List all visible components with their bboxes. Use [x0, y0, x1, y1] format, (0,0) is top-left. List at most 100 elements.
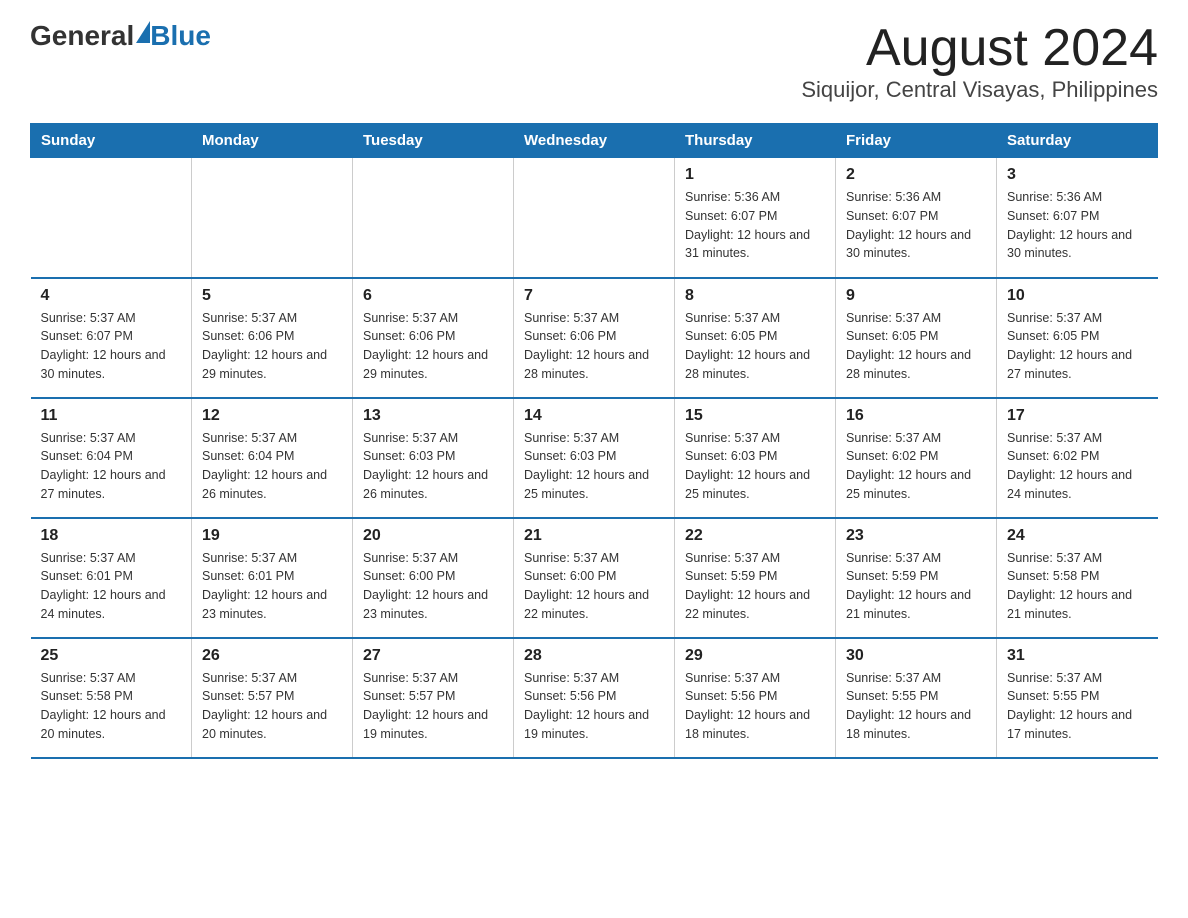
day-number: 23	[846, 527, 986, 545]
calendar-cell: 3 Sunrise: 5:36 AM Sunset: 6:07 PM Daylig…	[997, 158, 1158, 278]
day-info: Sunrise: 5:37 AM Sunset: 5:58 PM Dayligh…	[1007, 551, 1132, 621]
calendar-header: SundayMondayTuesdayWednesdayThursdayFrid…	[31, 124, 1158, 158]
day-info: Sunrise: 5:37 AM Sunset: 6:00 PM Dayligh…	[363, 551, 488, 621]
day-number: 21	[524, 527, 664, 545]
header-cell-saturday: Saturday	[997, 124, 1158, 158]
calendar-cell: 4 Sunrise: 5:37 AM Sunset: 6:07 PM Daylig…	[31, 278, 192, 398]
day-number: 27	[363, 647, 503, 665]
header-cell-wednesday: Wednesday	[514, 124, 675, 158]
day-info: Sunrise: 5:37 AM Sunset: 6:07 PM Dayligh…	[41, 311, 166, 381]
day-number: 11	[41, 407, 182, 425]
day-number: 4	[41, 287, 182, 305]
calendar-cell: 22 Sunrise: 5:37 AM Sunset: 5:59 PM Dayli…	[675, 518, 836, 638]
calendar-row: 1 Sunrise: 5:36 AM Sunset: 6:07 PM Daylig…	[31, 158, 1158, 278]
day-info: Sunrise: 5:37 AM Sunset: 5:58 PM Dayligh…	[41, 671, 166, 741]
day-number: 3	[1007, 166, 1148, 184]
title-section: August 2024 Siquijor, Central Visayas, P…	[801, 20, 1158, 103]
day-number: 28	[524, 647, 664, 665]
calendar-body: 1 Sunrise: 5:36 AM Sunset: 6:07 PM Daylig…	[31, 158, 1158, 758]
calendar-cell: 20 Sunrise: 5:37 AM Sunset: 6:00 PM Dayli…	[353, 518, 514, 638]
calendar-cell: 8Sunrise: 5:37 AM Sunset: 6:05 PM Daylig…	[675, 278, 836, 398]
day-number: 1	[685, 166, 825, 184]
header-cell-monday: Monday	[192, 124, 353, 158]
calendar-cell: 12 Sunrise: 5:37 AM Sunset: 6:04 PM Dayli…	[192, 398, 353, 518]
day-number: 19	[202, 527, 342, 545]
day-info: Sunrise: 5:37 AM Sunset: 6:04 PM Dayligh…	[41, 431, 166, 501]
calendar-cell: 10 Sunrise: 5:37 AM Sunset: 6:05 PM Dayli…	[997, 278, 1158, 398]
day-number: 25	[41, 647, 182, 665]
logo-blue-text: Blue	[150, 20, 211, 51]
logo-general-text: General	[30, 20, 134, 52]
day-info: Sunrise: 5:37 AM Sunset: 6:01 PM Dayligh…	[41, 551, 166, 621]
calendar-cell	[192, 158, 353, 278]
day-info: Sunrise: 5:37 AM Sunset: 5:55 PM Dayligh…	[846, 671, 971, 741]
logo: General Blue	[30, 20, 211, 52]
day-info: Sunrise: 5:37 AM Sunset: 5:55 PM Dayligh…	[1007, 671, 1132, 741]
day-info: Sunrise: 5:36 AM Sunset: 6:07 PM Dayligh…	[1007, 190, 1132, 260]
day-info: Sunrise: 5:37 AM Sunset: 6:05 PM Dayligh…	[1007, 311, 1132, 381]
calendar-cell	[31, 158, 192, 278]
day-number: 7	[524, 287, 664, 305]
day-info: Sunrise: 5:37 AM Sunset: 6:03 PM Dayligh…	[363, 431, 488, 501]
day-number: 31	[1007, 647, 1148, 665]
calendar-cell: 31 Sunrise: 5:37 AM Sunset: 5:55 PM Dayli…	[997, 638, 1158, 758]
calendar-cell: 11 Sunrise: 5:37 AM Sunset: 6:04 PM Dayli…	[31, 398, 192, 518]
day-number: 16	[846, 407, 986, 425]
calendar-cell: 6 Sunrise: 5:37 AM Sunset: 6:06 PM Daylig…	[353, 278, 514, 398]
calendar-cell	[353, 158, 514, 278]
subtitle: Siquijor, Central Visayas, Philippines	[801, 77, 1158, 103]
calendar-row: 4 Sunrise: 5:37 AM Sunset: 6:07 PM Daylig…	[31, 278, 1158, 398]
day-info: Sunrise: 5:37 AM Sunset: 5:59 PM Dayligh…	[685, 551, 810, 621]
calendar-row: 18Sunrise: 5:37 AM Sunset: 6:01 PM Dayli…	[31, 518, 1158, 638]
day-info: Sunrise: 5:37 AM Sunset: 5:59 PM Dayligh…	[846, 551, 971, 621]
day-number: 12	[202, 407, 342, 425]
calendar-cell: 14 Sunrise: 5:37 AM Sunset: 6:03 PM Dayli…	[514, 398, 675, 518]
header-cell-tuesday: Tuesday	[353, 124, 514, 158]
day-info: Sunrise: 5:37 AM Sunset: 6:03 PM Dayligh…	[685, 431, 810, 501]
page-header: General Blue August 2024 Siquijor, Centra…	[30, 20, 1158, 103]
calendar-cell: 9Sunrise: 5:37 AM Sunset: 6:05 PM Daylig…	[836, 278, 997, 398]
calendar-cell: 28 Sunrise: 5:37 AM Sunset: 5:56 PM Dayli…	[514, 638, 675, 758]
day-number: 10	[1007, 287, 1148, 305]
header-cell-sunday: Sunday	[31, 124, 192, 158]
header-row: SundayMondayTuesdayWednesdayThursdayFrid…	[31, 124, 1158, 158]
calendar-cell: 26Sunrise: 5:37 AM Sunset: 5:57 PM Dayli…	[192, 638, 353, 758]
calendar-cell: 13Sunrise: 5:37 AM Sunset: 6:03 PM Dayli…	[353, 398, 514, 518]
day-number: 24	[1007, 527, 1148, 545]
day-number: 22	[685, 527, 825, 545]
logo-triangle-icon	[136, 21, 150, 43]
calendar-table: SundayMondayTuesdayWednesdayThursdayFrid…	[30, 123, 1158, 759]
day-info: Sunrise: 5:37 AM Sunset: 6:00 PM Dayligh…	[524, 551, 649, 621]
calendar-cell: 1 Sunrise: 5:36 AM Sunset: 6:07 PM Daylig…	[675, 158, 836, 278]
calendar-cell: 21 Sunrise: 5:37 AM Sunset: 6:00 PM Dayli…	[514, 518, 675, 638]
calendar-cell: 23 Sunrise: 5:37 AM Sunset: 5:59 PM Dayli…	[836, 518, 997, 638]
calendar-cell: 15Sunrise: 5:37 AM Sunset: 6:03 PM Dayli…	[675, 398, 836, 518]
calendar-row: 11 Sunrise: 5:37 AM Sunset: 6:04 PM Dayli…	[31, 398, 1158, 518]
calendar-cell: 18Sunrise: 5:37 AM Sunset: 6:01 PM Dayli…	[31, 518, 192, 638]
calendar-cell: 16 Sunrise: 5:37 AM Sunset: 6:02 PM Dayli…	[836, 398, 997, 518]
day-number: 6	[363, 287, 503, 305]
calendar-row: 25 Sunrise: 5:37 AM Sunset: 5:58 PM Dayli…	[31, 638, 1158, 758]
calendar-cell: 7Sunrise: 5:37 AM Sunset: 6:06 PM Daylig…	[514, 278, 675, 398]
day-info: Sunrise: 5:36 AM Sunset: 6:07 PM Dayligh…	[846, 190, 971, 260]
day-info: Sunrise: 5:37 AM Sunset: 6:03 PM Dayligh…	[524, 431, 649, 501]
day-number: 29	[685, 647, 825, 665]
header-cell-friday: Friday	[836, 124, 997, 158]
day-info: Sunrise: 5:37 AM Sunset: 5:56 PM Dayligh…	[524, 671, 649, 741]
calendar-cell: 29Sunrise: 5:37 AM Sunset: 5:56 PM Dayli…	[675, 638, 836, 758]
day-info: Sunrise: 5:37 AM Sunset: 6:04 PM Dayligh…	[202, 431, 327, 501]
header-cell-thursday: Thursday	[675, 124, 836, 158]
day-info: Sunrise: 5:36 AM Sunset: 6:07 PM Dayligh…	[685, 190, 810, 260]
day-number: 20	[363, 527, 503, 545]
calendar-cell	[514, 158, 675, 278]
day-info: Sunrise: 5:37 AM Sunset: 6:05 PM Dayligh…	[685, 311, 810, 381]
calendar-cell: 25 Sunrise: 5:37 AM Sunset: 5:58 PM Dayli…	[31, 638, 192, 758]
calendar-cell: 30 Sunrise: 5:37 AM Sunset: 5:55 PM Dayli…	[836, 638, 997, 758]
day-number: 14	[524, 407, 664, 425]
day-info: Sunrise: 5:37 AM Sunset: 6:06 PM Dayligh…	[202, 311, 327, 381]
main-title: August 2024	[801, 20, 1158, 77]
calendar-cell: 2Sunrise: 5:36 AM Sunset: 6:07 PM Daylig…	[836, 158, 997, 278]
day-info: Sunrise: 5:37 AM Sunset: 6:06 PM Dayligh…	[363, 311, 488, 381]
day-number: 30	[846, 647, 986, 665]
day-info: Sunrise: 5:37 AM Sunset: 6:02 PM Dayligh…	[846, 431, 971, 501]
